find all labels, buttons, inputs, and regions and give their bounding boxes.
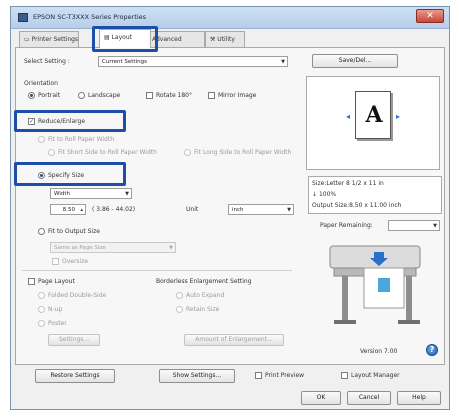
page-layout-label: Page Layout bbox=[38, 278, 75, 285]
tab-printer-settings[interactable]: ▭ Printer Settings bbox=[19, 31, 79, 47]
dropdown-arrow-icon: ▼ bbox=[433, 223, 437, 229]
retain-size-label: Retain Size bbox=[186, 306, 220, 313]
dropdown-arrow-icon: ▼ bbox=[287, 207, 291, 213]
layout-manager-checkbox[interactable] bbox=[341, 372, 348, 379]
fit-short-side-radio[interactable] bbox=[48, 149, 55, 156]
auto-expand-radio[interactable] bbox=[176, 292, 183, 299]
paper-remaining-label: Paper Remaining: bbox=[320, 222, 373, 229]
page-letter: A bbox=[365, 102, 383, 128]
layout-panel: Select Setting : Current Settings ▼ Save/… bbox=[14, 47, 445, 365]
properties-window: EPSON SC-T3XXX Series Properties ✕ ▭ Pri… bbox=[10, 6, 450, 410]
printer-image bbox=[329, 245, 421, 324]
borderless-label: Borderless Enlargement Setting bbox=[156, 278, 252, 285]
print-preview-label: Print Preview bbox=[265, 372, 305, 379]
reduce-enlarge-checkbox[interactable]: ✓ bbox=[28, 118, 35, 125]
size-range-label: ( 3.86 - 44.02) bbox=[92, 206, 136, 213]
page-layout-settings-button[interactable]: Settings... bbox=[48, 334, 100, 346]
amount-of-enlargement-button[interactable]: Amount of Enlargement... bbox=[184, 334, 284, 346]
specify-size-radio[interactable] bbox=[38, 172, 45, 179]
dropdown-arrow-icon: ▼ bbox=[125, 191, 129, 197]
unit-dropdown[interactable]: inch ▼ bbox=[228, 204, 294, 215]
portrait-radio[interactable] bbox=[28, 92, 35, 99]
poster-radio[interactable] bbox=[38, 320, 45, 327]
ok-button[interactable]: OK bbox=[301, 391, 341, 405]
print-preview-checkbox[interactable] bbox=[255, 372, 262, 379]
output-size-dropdown[interactable]: Same as Page Size ▼ bbox=[50, 242, 176, 253]
fit-short-side-label: Fit Short Side to Roll Paper Width bbox=[58, 149, 157, 156]
layout-manager-label: Layout Manager bbox=[351, 372, 400, 379]
cancel-button[interactable]: Cancel bbox=[347, 391, 391, 405]
size-value-input[interactable]: 8.50 ▴ bbox=[50, 204, 86, 215]
fit-output-size-label: Fit to Output Size bbox=[48, 228, 100, 235]
arrow-down-icon: ↓ bbox=[312, 191, 319, 198]
landscape-radio[interactable] bbox=[78, 92, 85, 99]
folded-double-side-label: Folded Double-Side bbox=[48, 292, 107, 299]
restore-settings-button[interactable]: Restore Settings bbox=[35, 369, 115, 383]
divider bbox=[22, 270, 292, 271]
page-layout-checkbox[interactable] bbox=[28, 278, 35, 285]
tab-utility[interactable]: ⚒ Utility bbox=[205, 31, 245, 47]
title-bar[interactable]: EPSON SC-T3XXX Series Properties ✕ bbox=[11, 7, 449, 29]
size-info-line: Size:Letter 8 1/2 x 11 in bbox=[312, 180, 384, 187]
window-title: EPSON SC-T3XXX Series Properties bbox=[33, 13, 147, 21]
fit-long-side-label: Fit Long Side to Roll Paper Width bbox=[194, 149, 292, 156]
close-button[interactable]: ✕ bbox=[416, 9, 444, 23]
select-setting-label: Select Setting : bbox=[24, 58, 70, 65]
fit-roll-width-label: Fit to Roll Paper Width bbox=[48, 136, 115, 143]
save-del-button[interactable]: Save/Del... bbox=[312, 54, 398, 68]
retain-size-radio[interactable] bbox=[176, 306, 183, 313]
reduce-enlarge-label: Reduce/Enlarge bbox=[38, 118, 86, 125]
help-icon[interactable]: ? bbox=[426, 344, 438, 356]
auto-expand-label: Auto Expand bbox=[186, 292, 225, 299]
size-info-box: Size:Letter 8 1/2 x 11 in ↓ 100% Output … bbox=[308, 176, 442, 214]
page-thumbnail: A ◂ ▸ bbox=[346, 91, 400, 139]
arrow-left-icon: ◂ bbox=[346, 112, 351, 121]
unit-label: Unit bbox=[186, 206, 199, 213]
page-preview-pane: A ◂ ▸ bbox=[306, 76, 440, 170]
fit-output-size-radio[interactable] bbox=[38, 228, 45, 235]
printer-icon bbox=[18, 13, 28, 22]
rotate-180-checkbox[interactable] bbox=[146, 92, 153, 99]
fit-long-side-radio[interactable] bbox=[184, 149, 191, 156]
n-up-radio[interactable] bbox=[38, 306, 45, 313]
poster-label: Poster bbox=[48, 320, 67, 327]
help-button[interactable]: Help bbox=[397, 391, 441, 405]
dropdown-arrow-icon: ▼ bbox=[281, 59, 285, 65]
dropdown-arrow-icon: ▼ bbox=[169, 245, 173, 251]
printer-illustration bbox=[322, 238, 432, 332]
n-up-label: N-up bbox=[48, 306, 63, 313]
spinner-icon: ▴ bbox=[80, 207, 83, 213]
select-setting-dropdown[interactable]: Current Settings ▼ bbox=[98, 56, 288, 67]
oversize-checkbox[interactable] bbox=[52, 258, 59, 265]
specify-size-label: Specify Size bbox=[48, 172, 85, 179]
arrow-right-icon: ▸ bbox=[396, 112, 401, 121]
percent-info: ↓ 100% bbox=[312, 191, 337, 198]
size-basis-dropdown[interactable]: Width ▼ bbox=[50, 188, 132, 199]
landscape-label: Landscape bbox=[88, 92, 121, 99]
tab-advanced[interactable]: Advanced bbox=[147, 31, 205, 47]
output-size-info: Output Size:8.50 x 11.00 inch bbox=[312, 202, 402, 209]
oversize-label: Oversize bbox=[62, 258, 89, 265]
layout-icon: ▤ bbox=[104, 34, 112, 41]
paper-remaining-field[interactable]: ▼ bbox=[388, 220, 440, 231]
folded-double-side-radio[interactable] bbox=[38, 292, 45, 299]
rotate-180-label: Rotate 180° bbox=[156, 92, 193, 99]
orientation-label: Orientation bbox=[24, 80, 58, 87]
mirror-image-label: Mirror Image bbox=[218, 92, 257, 99]
portrait-label: Portrait bbox=[38, 92, 61, 99]
tab-layout[interactable]: ▤ Layout bbox=[99, 29, 151, 48]
fit-roll-width-radio[interactable] bbox=[38, 136, 45, 143]
mirror-image-checkbox[interactable] bbox=[208, 92, 215, 99]
show-settings-button[interactable]: Show Settings... bbox=[159, 369, 235, 383]
page-icon: ▭ bbox=[24, 36, 32, 43]
version-label: Version 7.00 bbox=[360, 348, 398, 355]
